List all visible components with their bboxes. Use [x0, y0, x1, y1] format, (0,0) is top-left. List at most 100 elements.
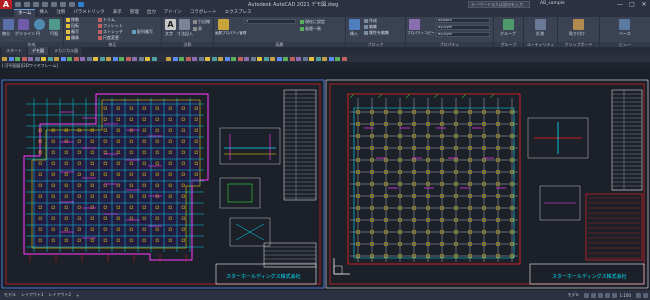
make-current-button[interactable]: 現在に設定 [300, 19, 325, 24]
close-button[interactable]: ✕ [638, 0, 650, 9]
layer-tool-icon[interactable] [67, 56, 72, 61]
tab-annotate[interactable]: 注釈 [52, 9, 69, 17]
space-toggle[interactable]: モデル [567, 292, 579, 298]
annotation-scale[interactable]: 1:100 [619, 293, 631, 298]
dimension-button[interactable]: 寸法記入 [177, 31, 193, 36]
layer-tool-icon[interactable] [15, 56, 20, 61]
stretch-button[interactable]: ストレッチ [98, 29, 123, 34]
base-view-icon[interactable] [619, 19, 630, 30]
autocad-logo[interactable]: A [0, 0, 12, 9]
layer-tool-icon[interactable] [205, 56, 210, 61]
line-icon[interactable] [3, 19, 14, 30]
paste-button[interactable]: 貼り付け [569, 31, 585, 36]
insert-block-icon[interactable] [349, 19, 360, 30]
layer-tool-icon[interactable] [309, 56, 314, 61]
layer-tool-icon[interactable] [80, 56, 85, 61]
search-input[interactable]: キーワードまたは語句を入力 [468, 1, 530, 8]
layer-tool-icon[interactable] [125, 56, 131, 61]
polyline-button[interactable]: ポリライン [15, 31, 35, 36]
new-file-icon[interactable] [15, 2, 21, 7]
rotate-button[interactable]: 回転 [66, 23, 79, 28]
mirror-button[interactable]: 鏡像 [66, 35, 79, 40]
redo-icon[interactable] [69, 2, 75, 7]
layer-tool-icon[interactable] [145, 56, 150, 61]
layer-tool-icon[interactable] [99, 56, 105, 61]
snap-icon[interactable] [591, 292, 597, 298]
layer-tool-icon[interactable] [198, 56, 204, 61]
add-layout-button[interactable]: + [76, 293, 79, 298]
file-tab-start[interactable]: スタート [2, 47, 26, 55]
user-signin[interactable]: AB_sample [540, 1, 565, 6]
layer-tool-icon[interactable] [263, 56, 269, 61]
tab-output[interactable]: 出力 [143, 9, 160, 17]
fillet-button[interactable]: フィレット [98, 23, 123, 28]
circle-icon[interactable] [34, 19, 45, 30]
save-icon[interactable] [33, 2, 39, 7]
layer-tool-icon[interactable] [335, 56, 340, 61]
tab-parametric[interactable]: パラメトリック [69, 9, 108, 17]
group-icon[interactable] [503, 19, 514, 30]
measure-icon[interactable] [535, 19, 546, 30]
scale-button[interactable]: 尺度変更 [98, 35, 119, 40]
layer-tool-icon[interactable] [276, 56, 282, 61]
file-tab-mechanical[interactable]: メカニカル図 [50, 47, 82, 55]
layer-tool-icon[interactable] [296, 56, 301, 61]
layer-tool-icon[interactable] [2, 56, 7, 61]
layer-tool-icon[interactable] [315, 56, 321, 61]
maximize-button[interactable]: □ [626, 0, 638, 9]
layer-tool-icon[interactable] [93, 56, 98, 61]
osnap-icon[interactable] [612, 292, 618, 298]
color-dropdown[interactable]: ByBlock [436, 18, 490, 23]
layer-tool-icon[interactable] [54, 56, 59, 61]
tab-home[interactable]: ホーム [14, 9, 36, 17]
layer-tool-icon[interactable] [34, 56, 40, 61]
minimize-button[interactable]: — [614, 0, 626, 9]
layer-tool-icon[interactable] [8, 56, 14, 61]
layer-tool-icon[interactable] [60, 56, 66, 61]
paste-icon[interactable] [573, 19, 584, 30]
layer-properties-icon[interactable] [218, 19, 229, 30]
layer-tool-icon[interactable] [192, 56, 197, 61]
layout1-tab[interactable]: レイアウト1 [21, 292, 44, 298]
leader-button[interactable]: 引出線 [193, 19, 210, 24]
layer-tool-icon[interactable] [138, 56, 144, 61]
layer-tool-icon[interactable] [47, 56, 53, 61]
base-view-button[interactable]: ベース [619, 31, 631, 36]
trim-button[interactable]: トリム [98, 17, 115, 22]
layer-tool-icon[interactable] [341, 56, 347, 61]
file-tab-demo[interactable]: デモ図 [28, 47, 48, 55]
measure-button[interactable]: 計測 [536, 31, 544, 36]
layer-tool-icon[interactable] [132, 56, 137, 61]
layer-tool-icon[interactable] [237, 56, 243, 61]
array-button[interactable]: 配列複写 [132, 29, 153, 34]
layer-tool-icon[interactable] [21, 56, 27, 61]
layer-tool-icon[interactable] [41, 56, 46, 61]
layer-tool-icon[interactable] [151, 56, 157, 61]
linetype-dropdown[interactable]: ByLayer [436, 25, 490, 30]
layer-tool-icon[interactable] [250, 56, 256, 61]
layer-tool-icon[interactable] [28, 56, 33, 61]
layer-tool-icon[interactable] [86, 56, 92, 61]
layer-tool-icon[interactable] [119, 56, 124, 61]
layer-tool-icon[interactable] [283, 56, 288, 61]
layer-tool-icon[interactable] [106, 56, 111, 61]
layout2-tab[interactable]: レイアウト2 [49, 292, 72, 298]
insert-block-button[interactable]: 挿入 [350, 31, 358, 36]
circle-button[interactable]: 円 [36, 31, 40, 36]
tab-express[interactable]: エクスプレス [221, 9, 256, 17]
edit-attributes-button[interactable]: 属性を編集 [364, 30, 389, 35]
tab-addins[interactable]: アドイン [160, 9, 186, 17]
layer-tool-icon[interactable] [211, 56, 217, 61]
match-properties-icon[interactable] [409, 19, 420, 30]
print-icon[interactable] [51, 2, 57, 7]
share-icon[interactable] [78, 2, 84, 7]
edit-block-button[interactable]: 編集 [364, 24, 377, 29]
layer-tool-icon[interactable] [328, 56, 334, 61]
group-button[interactable]: グループ [500, 31, 516, 36]
tab-view[interactable]: 表示 [109, 9, 126, 17]
polyline-icon[interactable] [18, 19, 29, 30]
layer-tool-icon[interactable] [224, 56, 230, 61]
match-properties-button[interactable]: プロパティコピー [407, 31, 435, 36]
arc-button[interactable]: 円弧 [50, 31, 58, 36]
layer-tool-icon[interactable] [73, 56, 79, 61]
